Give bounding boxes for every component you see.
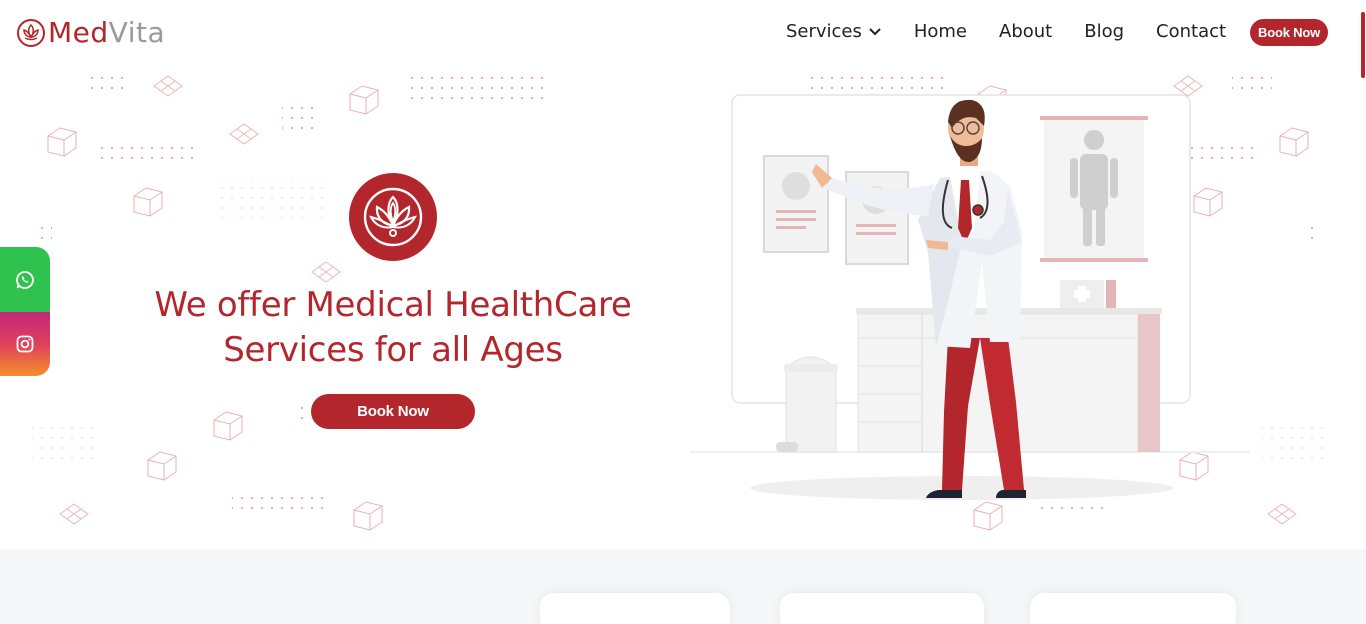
lotus-logo-icon bbox=[17, 19, 45, 47]
nav-item-home[interactable]: Home bbox=[914, 18, 967, 46]
brand-logo[interactable]: MedVita bbox=[16, 14, 165, 52]
hero-title: We offer Medical HealthCare Services for… bbox=[120, 283, 666, 373]
page: MedVita Services Home About Blog Contact… bbox=[0, 0, 1366, 624]
scrollbar-thumb[interactable] bbox=[1361, 12, 1365, 78]
social-sidebar bbox=[0, 247, 50, 376]
service-card[interactable] bbox=[1030, 593, 1236, 624]
nav-item-services-label: Services bbox=[785, 21, 862, 42]
hero-book-now-button[interactable]: Book Now bbox=[311, 394, 475, 429]
nav-book-now-button[interactable]: Book Now bbox=[1250, 18, 1328, 46]
nav-item-about[interactable]: About bbox=[999, 18, 1052, 46]
nav-item-contact[interactable]: Contact bbox=[1156, 18, 1226, 46]
service-card[interactable] bbox=[540, 593, 730, 624]
instagram-button[interactable] bbox=[0, 312, 50, 376]
whatsapp-button[interactable] bbox=[0, 247, 50, 312]
lotus-icon bbox=[363, 187, 423, 247]
hero-title-line1: We offer Medical HealthCare bbox=[154, 285, 632, 325]
hero-title-line2: Services for all Ages bbox=[223, 330, 563, 370]
services-section bbox=[0, 549, 1366, 624]
site-header: MedVita Services Home About Blog Contact… bbox=[0, 0, 1366, 66]
main-nav: Services Home About Blog Contact Book No… bbox=[786, 18, 1328, 46]
brand-name-part1: Med bbox=[48, 16, 109, 49]
whatsapp-icon bbox=[16, 270, 34, 289]
instagram-icon bbox=[16, 335, 34, 353]
chevron-down-icon bbox=[869, 28, 881, 36]
brand-name: MedVita bbox=[48, 19, 165, 47]
brand-name-part2: Vita bbox=[108, 16, 166, 49]
hero-emblem bbox=[349, 173, 437, 261]
doctor-illustration bbox=[690, 94, 1250, 500]
nav-item-blog[interactable]: Blog bbox=[1084, 18, 1124, 46]
service-card[interactable] bbox=[780, 593, 984, 624]
nav-item-services[interactable]: Services bbox=[786, 18, 882, 46]
